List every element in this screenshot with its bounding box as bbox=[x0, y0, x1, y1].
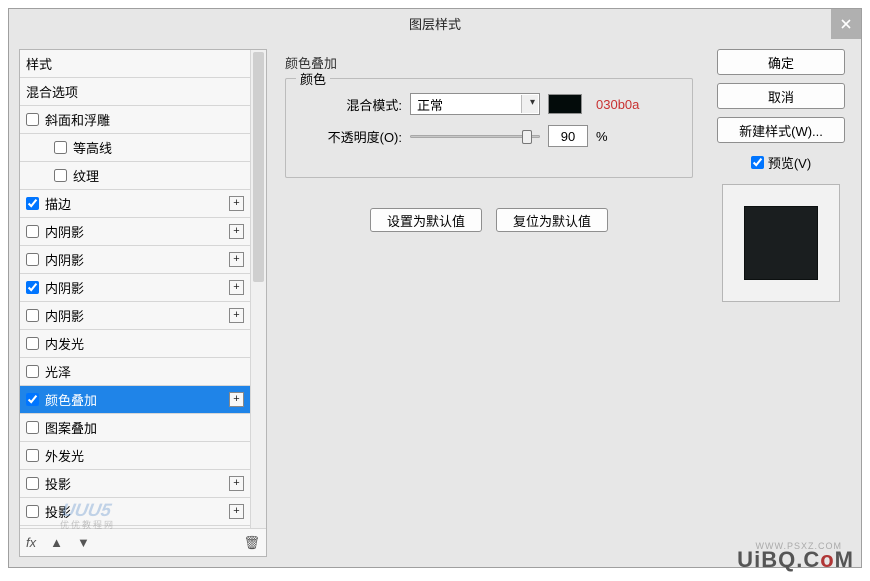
close-button[interactable] bbox=[831, 9, 861, 39]
blend-mode-select[interactable]: 正常 bbox=[410, 93, 540, 115]
style-checkbox[interactable] bbox=[54, 141, 67, 154]
arrow-down-icon[interactable]: ▼ bbox=[77, 535, 90, 550]
default-buttons: 设置为默认值 复位为默认值 bbox=[285, 208, 693, 232]
add-effect-icon[interactable]: + bbox=[229, 504, 244, 519]
style-row[interactable]: 颜色叠加 + bbox=[20, 386, 250, 414]
add-effect-icon[interactable]: + bbox=[229, 252, 244, 267]
preview-checkbox[interactable] bbox=[751, 156, 764, 169]
watermark-uibq: UiBQ.CoM bbox=[737, 547, 854, 573]
style-label: 投影 bbox=[45, 502, 71, 521]
style-checkbox[interactable] bbox=[26, 393, 39, 406]
ok-button[interactable]: 确定 bbox=[717, 49, 845, 75]
add-effect-icon[interactable]: + bbox=[229, 392, 244, 407]
preview-checkbox-label[interactable]: 预览(V) bbox=[751, 153, 811, 172]
style-row[interactable]: 投影+ bbox=[20, 526, 250, 528]
style-row[interactable]: 内阴影 + bbox=[20, 246, 250, 274]
preview-swatch bbox=[744, 206, 818, 280]
style-row[interactable]: 内阴影 + bbox=[20, 274, 250, 302]
color-fieldset: 颜色 混合模式: 正常 030b0a 不透明度(O): % bbox=[285, 78, 693, 178]
opacity-unit: % bbox=[596, 129, 608, 144]
style-checkbox[interactable] bbox=[26, 505, 39, 518]
style-label: 外发光 bbox=[45, 446, 84, 465]
style-checkbox[interactable] bbox=[26, 281, 39, 294]
opacity-slider[interactable] bbox=[410, 127, 540, 145]
set-default-button[interactable]: 设置为默认值 bbox=[370, 208, 482, 232]
style-label: 等高线 bbox=[73, 138, 112, 157]
color-hex: 030b0a bbox=[596, 97, 639, 112]
style-checkbox[interactable] bbox=[26, 477, 39, 490]
add-effect-icon[interactable]: + bbox=[229, 224, 244, 239]
trash-icon[interactable]: 🗑 bbox=[243, 535, 260, 551]
style-row[interactable]: 投影 + bbox=[20, 498, 250, 526]
close-icon bbox=[841, 19, 851, 29]
opacity-input[interactable] bbox=[548, 125, 588, 147]
new-style-button[interactable]: 新建样式(W)... bbox=[717, 117, 845, 143]
style-checkbox[interactable] bbox=[26, 309, 39, 322]
style-label: 内阴影 bbox=[45, 250, 84, 269]
layer-style-dialog: 图层样式 样式 混合选项 斜面和浮雕等高线纹理描边+内阴影+内阴影+内阴影+内阴… bbox=[8, 8, 862, 568]
opacity-row: 不透明度(O): % bbox=[302, 125, 676, 147]
styles-list: 样式 混合选项 斜面和浮雕等高线纹理描边 + 内阴影 + 内阴影 + 内阴影 + 内阴影 + 内发光… bbox=[20, 50, 266, 528]
styles-footer: fx ▲ ▼ 🗑 bbox=[20, 528, 266, 556]
style-label: 斜面和浮雕 bbox=[45, 110, 110, 129]
styles-header[interactable]: 样式 bbox=[20, 50, 250, 78]
style-checkbox[interactable] bbox=[26, 253, 39, 266]
add-effect-icon[interactable]: + bbox=[229, 476, 244, 491]
add-effect-icon[interactable]: + bbox=[229, 280, 244, 295]
blend-mode-row: 混合模式: 正常 030b0a bbox=[302, 93, 676, 115]
opacity-slider-thumb[interactable] bbox=[522, 130, 532, 144]
style-row[interactable]: 内阴影 + bbox=[20, 218, 250, 246]
style-label: 内发光 bbox=[45, 334, 84, 353]
style-label: 内阴影 bbox=[45, 306, 84, 325]
style-label: 投影 bbox=[45, 474, 71, 493]
style-checkbox[interactable] bbox=[26, 197, 39, 210]
color-swatch[interactable] bbox=[548, 94, 582, 114]
style-row[interactable]: 描边 + bbox=[20, 190, 250, 218]
scrollbar[interactable] bbox=[250, 50, 266, 528]
style-checkbox[interactable] bbox=[26, 113, 39, 126]
style-row[interactable]: 斜面和浮雕 bbox=[20, 106, 250, 134]
style-checkbox[interactable] bbox=[26, 225, 39, 238]
blend-mode-label: 混合模式: bbox=[302, 95, 402, 114]
style-row[interactable]: 投影 + bbox=[20, 470, 250, 498]
style-label: 颜色叠加 bbox=[45, 390, 97, 409]
settings-panel: 颜色叠加 颜色 混合模式: 正常 030b0a 不透明度(O): % bbox=[277, 49, 701, 557]
style-label: 描边 bbox=[45, 194, 71, 213]
opacity-label: 不透明度(O): bbox=[302, 127, 402, 146]
style-label: 纹理 bbox=[73, 166, 99, 185]
fieldset-legend: 颜色 bbox=[296, 69, 330, 88]
style-row[interactable]: 纹理 bbox=[20, 162, 250, 190]
style-label: 图案叠加 bbox=[45, 418, 97, 437]
arrow-up-icon[interactable]: ▲ bbox=[50, 535, 63, 550]
style-checkbox[interactable] bbox=[26, 449, 39, 462]
dialog-title: 图层样式 bbox=[409, 14, 461, 33]
add-effect-icon[interactable]: + bbox=[229, 196, 244, 211]
style-row[interactable]: 光泽 bbox=[20, 358, 250, 386]
fx-icon[interactable]: fx bbox=[26, 535, 36, 550]
section-title: 颜色叠加 bbox=[285, 53, 693, 72]
style-row[interactable]: 外发光 bbox=[20, 442, 250, 470]
style-label: 光泽 bbox=[45, 362, 71, 381]
style-checkbox[interactable] bbox=[26, 365, 39, 378]
scrollbar-thumb[interactable] bbox=[253, 52, 264, 282]
reset-default-button[interactable]: 复位为默认值 bbox=[496, 208, 608, 232]
blend-options-row[interactable]: 混合选项 bbox=[20, 78, 250, 106]
style-checkbox[interactable] bbox=[54, 169, 67, 182]
right-panel: 确定 取消 新建样式(W)... 预览(V) bbox=[711, 49, 851, 557]
add-effect-icon[interactable]: + bbox=[229, 308, 244, 323]
cancel-button[interactable]: 取消 bbox=[717, 83, 845, 109]
titlebar: 图层样式 bbox=[9, 9, 861, 39]
style-row[interactable]: 内发光 bbox=[20, 330, 250, 358]
style-checkbox[interactable] bbox=[26, 421, 39, 434]
style-row[interactable]: 内阴影 + bbox=[20, 302, 250, 330]
style-row[interactable]: 等高线 bbox=[20, 134, 250, 162]
dialog-body: 样式 混合选项 斜面和浮雕等高线纹理描边 + 内阴影 + 内阴影 + 内阴影 + 内阴影 + 内发光… bbox=[9, 39, 861, 567]
style-label: 内阴影 bbox=[45, 278, 84, 297]
preview-box bbox=[722, 184, 840, 302]
styles-panel: 样式 混合选项 斜面和浮雕等高线纹理描边 + 内阴影 + 内阴影 + 内阴影 + 内阴影 + 内发光… bbox=[19, 49, 267, 557]
style-checkbox[interactable] bbox=[26, 337, 39, 350]
style-label: 内阴影 bbox=[45, 222, 84, 241]
style-row[interactable]: 图案叠加 bbox=[20, 414, 250, 442]
